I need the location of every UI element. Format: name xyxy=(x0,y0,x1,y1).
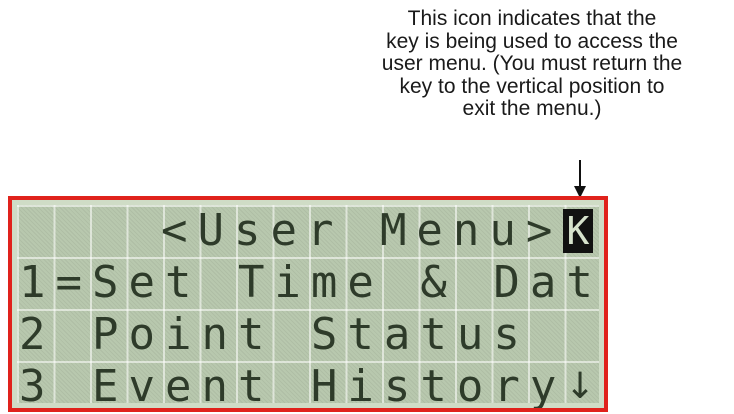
menu-item-point-status[interactable]: 2 Point Status xyxy=(19,309,599,361)
pointer-arrow-icon xyxy=(574,160,586,198)
callout-line: user menu. (You must return the xyxy=(381,52,683,75)
menu-item-event-history[interactable]: 3 Event History xyxy=(19,361,599,408)
callout-text: This icon indicates that the key is bein… xyxy=(330,7,734,121)
key-mode-icon: K xyxy=(563,209,593,253)
lcd-title-row: <User Menu> xyxy=(19,205,599,257)
down-arrow-icon[interactable]: ↓ xyxy=(565,365,595,408)
lcd-display: <User Menu> K 1=Set Time & Date 2 Point … xyxy=(8,196,608,412)
callout-line: key is being used to access the xyxy=(386,29,678,53)
callout-line: key to the vertical position to xyxy=(399,74,665,98)
menu-title: <User Menu> xyxy=(161,205,563,256)
page: This icon indicates that the key is bein… xyxy=(0,0,734,414)
lcd-screen: <User Menu> K 1=Set Time & Date 2 Point … xyxy=(17,205,599,408)
callout-line: exit the menu.) xyxy=(462,97,602,120)
menu-item-set-time-date[interactable]: 1=Set Time & Date xyxy=(19,257,599,309)
callout-line: This icon indicates that the xyxy=(407,7,657,30)
